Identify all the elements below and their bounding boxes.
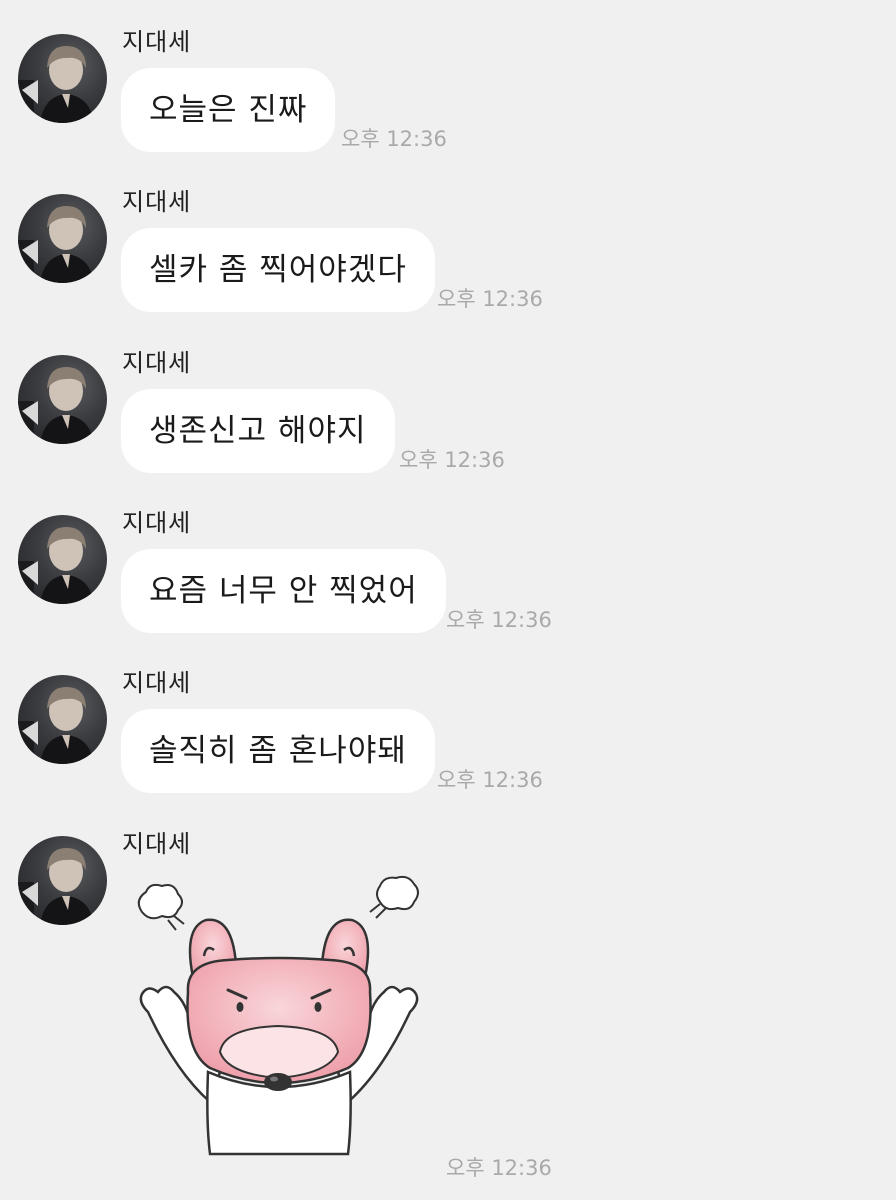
- steam-left: [137, 883, 185, 931]
- avatar[interactable]: [18, 355, 107, 444]
- message-bubble[interactable]: 오늘은 진짜: [121, 68, 336, 152]
- message-time: 오후 12:36: [341, 127, 447, 151]
- angry-bear-sticker[interactable]: [128, 872, 428, 1162]
- message-bubble[interactable]: 생존신고 해야지: [121, 389, 395, 473]
- avatar[interactable]: [18, 515, 107, 604]
- chat-window: 지대세 오늘은 진짜 오후 12:36 지대세 셀카 좀 찍어야겠다 오후 12…: [0, 0, 896, 1200]
- sender-name: 지대세: [122, 509, 192, 537]
- steam-right: [369, 875, 419, 919]
- sender-name: 지대세: [122, 28, 192, 56]
- message-time: 오후 12:36: [446, 1156, 552, 1180]
- message-time: 오후 12:36: [399, 448, 505, 472]
- sender-name: 지대세: [122, 830, 192, 858]
- message-time: 오후 12:36: [437, 287, 543, 311]
- avatar[interactable]: [18, 194, 107, 283]
- sender-name: 지대세: [122, 669, 192, 697]
- message-bubble[interactable]: 셀카 좀 찍어야겠다: [121, 228, 435, 312]
- sender-name: 지대세: [122, 188, 192, 216]
- sender-name: 지대세: [122, 349, 192, 377]
- message-time: 오후 12:36: [446, 608, 552, 632]
- avatar[interactable]: [18, 836, 107, 925]
- message-bubble[interactable]: 요즘 너무 안 찍었어: [121, 549, 446, 633]
- message-bubble[interactable]: 솔직히 좀 혼나야돼: [121, 709, 435, 793]
- avatar[interactable]: [18, 34, 107, 123]
- avatar[interactable]: [18, 675, 107, 764]
- angry-bear-icon: [137, 875, 419, 1156]
- message-time: 오후 12:36: [437, 768, 543, 792]
